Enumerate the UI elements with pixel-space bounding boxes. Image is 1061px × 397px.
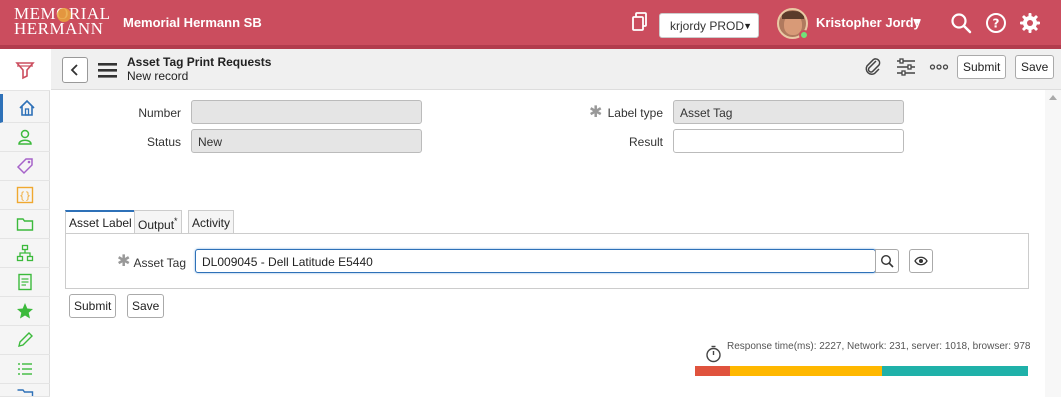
hamburger-icon[interactable] bbox=[98, 62, 118, 78]
instance-caret-icon: ▼ bbox=[743, 21, 752, 31]
asset-tag-preview-button[interactable] bbox=[909, 249, 933, 273]
user-name[interactable]: Kristopher Jordy bbox=[816, 15, 921, 30]
tag-icon bbox=[16, 158, 33, 175]
network-time-bar bbox=[695, 366, 730, 376]
app-name: Memorial Hermann SB bbox=[123, 15, 262, 30]
result-label: Result bbox=[628, 135, 663, 149]
star-icon bbox=[17, 303, 33, 319]
help-icon[interactable]: ? bbox=[985, 12, 1007, 34]
hierarchy-icon bbox=[16, 244, 34, 262]
header-submit-button[interactable]: Submit bbox=[957, 55, 1007, 79]
favorites-nav-item[interactable] bbox=[0, 297, 50, 326]
asset-tag-required-icon: ✱ bbox=[117, 253, 131, 270]
folder-nav-item[interactable] bbox=[0, 210, 50, 239]
header-save-button[interactable]: Save bbox=[1015, 55, 1055, 79]
more-icon[interactable] bbox=[929, 57, 949, 77]
person-nav-item[interactable] bbox=[0, 123, 50, 152]
eye-icon bbox=[914, 256, 928, 266]
paperclip-icon[interactable] bbox=[863, 57, 883, 77]
form-title: Asset Tag Print Requests bbox=[127, 55, 272, 69]
result-field[interactable] bbox=[673, 129, 904, 153]
logo-line-2: HERMANN bbox=[14, 19, 104, 38]
folder-icon bbox=[16, 218, 34, 231]
list-icon bbox=[18, 363, 32, 375]
filter-nav-item[interactable] bbox=[0, 49, 50, 91]
braces-nav-item[interactable]: {} bbox=[0, 181, 50, 210]
tab-output-marker: * bbox=[174, 216, 178, 226]
tag-nav-item[interactable] bbox=[0, 152, 50, 181]
folder-stack-nav-item[interactable] bbox=[0, 384, 50, 397]
tab-activity[interactable]: Activity bbox=[188, 210, 235, 234]
avatar-hair bbox=[782, 11, 804, 19]
response-time-text: Response time(ms): 2227, Network: 231, s… bbox=[727, 341, 1031, 352]
list-nav-item[interactable] bbox=[0, 355, 50, 384]
copy-icon[interactable] bbox=[632, 12, 648, 32]
scrollbar[interactable] bbox=[1045, 90, 1061, 397]
back-button[interactable] bbox=[62, 57, 88, 83]
folder-stack-icon bbox=[17, 389, 34, 396]
label-type-field[interactable]: Asset Tag bbox=[673, 100, 904, 124]
braces-icon: {} bbox=[16, 186, 34, 204]
document-nav-item[interactable] bbox=[0, 268, 50, 297]
instance-select[interactable]: krjordy PROD ▼ bbox=[659, 13, 759, 38]
number-field[interactable] bbox=[191, 100, 422, 124]
magnifier-icon bbox=[880, 254, 894, 268]
logo-dot bbox=[57, 8, 71, 22]
instance-select-value: krjordy PROD bbox=[670, 19, 745, 33]
form-header: Asset Tag Print Requests New record Subm… bbox=[51, 49, 1061, 90]
memorial-hermann-logo[interactable]: MEMORIAL HERMANN bbox=[14, 5, 114, 39]
back-icon bbox=[70, 64, 78, 76]
sliders-icon[interactable] bbox=[896, 57, 916, 77]
svg-text:{}: {} bbox=[19, 191, 31, 202]
tab-output[interactable]: Output* bbox=[134, 210, 182, 234]
asset-tag-label: Asset Tag bbox=[133, 256, 186, 270]
scroll-up-arrow-icon[interactable] bbox=[1049, 95, 1057, 100]
server-time-bar bbox=[730, 366, 882, 376]
document-icon bbox=[18, 273, 32, 291]
asset-tag-lookup-button[interactable] bbox=[875, 249, 899, 273]
pencil-nav-item[interactable] bbox=[0, 326, 50, 355]
asset-tag-input[interactable]: DL009045 - Dell Latitude E5440 bbox=[195, 249, 876, 273]
search-icon[interactable] bbox=[950, 12, 972, 34]
status-field[interactable]: New bbox=[191, 129, 422, 153]
person-icon bbox=[18, 129, 32, 145]
tab-output-label: Output bbox=[138, 218, 175, 232]
left-navigation: {} bbox=[0, 49, 50, 397]
home-nav-item[interactable] bbox=[0, 94, 50, 123]
pencil-icon bbox=[18, 332, 33, 347]
user-menu-caret-icon[interactable] bbox=[913, 19, 921, 24]
save-button[interactable]: Save bbox=[127, 294, 165, 318]
label-type-label: Label type bbox=[607, 106, 663, 120]
svg-text:?: ? bbox=[993, 17, 1000, 31]
hierarchy-nav-item[interactable] bbox=[0, 239, 50, 268]
form-subtitle: New record bbox=[127, 69, 189, 83]
number-label: Number bbox=[138, 106, 181, 120]
browser-time-bar bbox=[882, 366, 1028, 376]
submit-button[interactable]: Submit bbox=[69, 294, 117, 318]
presence-indicator bbox=[799, 30, 809, 40]
tab-asset-label[interactable]: Asset Label bbox=[65, 210, 136, 234]
filter-icon bbox=[15, 61, 35, 79]
timer-icon bbox=[706, 345, 721, 363]
home-icon bbox=[18, 99, 35, 116]
gear-icon[interactable] bbox=[1019, 12, 1041, 34]
status-label: Status bbox=[146, 135, 181, 149]
